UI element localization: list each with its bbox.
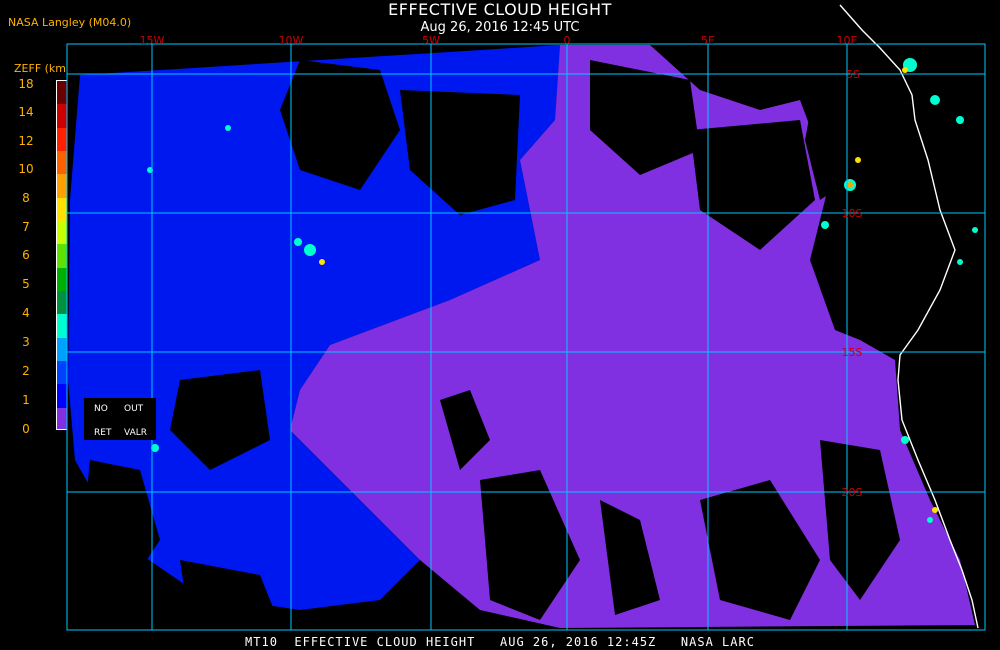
cloud-height-map: 15W 10W 5W 0 5E 10E 5S 10S 15S 20S xyxy=(66,4,986,631)
latitude-label: 15S xyxy=(842,346,863,359)
flag-no-label: NO xyxy=(94,404,108,414)
product-footer: MT10 EFFECTIVE CLOUD HEIGHT AUG 26, 2016… xyxy=(245,635,755,649)
longitude-label: 15W xyxy=(140,34,165,47)
flag-ret-label: RET xyxy=(94,428,112,438)
flag-valr-label: VALR xyxy=(124,428,148,438)
high-cloud-patch xyxy=(304,244,316,256)
longitude-label: 5W xyxy=(422,34,440,47)
high-cloud-patch xyxy=(956,116,964,124)
longitude-label: 0 xyxy=(564,34,571,47)
latitude-label: 5S xyxy=(846,68,860,81)
latitude-label: 20S xyxy=(842,486,863,499)
high-cloud-patch xyxy=(932,507,938,513)
high-cloud-patch xyxy=(972,227,978,233)
high-cloud-patch xyxy=(847,182,853,188)
high-cloud-patch xyxy=(294,238,302,246)
longitude-label: 5E xyxy=(701,34,715,47)
high-cloud-patch xyxy=(225,125,231,131)
legend-flag-box: NO OUT RET VALR xyxy=(84,398,156,440)
high-cloud-patch xyxy=(855,157,861,163)
latitude-label: 10S xyxy=(842,207,863,220)
high-cloud-patch xyxy=(821,221,829,229)
high-cloud-patch xyxy=(957,259,963,265)
high-cloud-patch xyxy=(901,436,909,444)
high-cloud-patch xyxy=(927,517,933,523)
high-cloud-patch xyxy=(902,67,908,73)
longitude-label: 10W xyxy=(279,34,304,47)
high-cloud-patch xyxy=(930,95,940,105)
flag-out-label: OUT xyxy=(124,404,144,414)
high-cloud-patch xyxy=(319,259,325,265)
longitude-label: 10E xyxy=(837,34,858,47)
